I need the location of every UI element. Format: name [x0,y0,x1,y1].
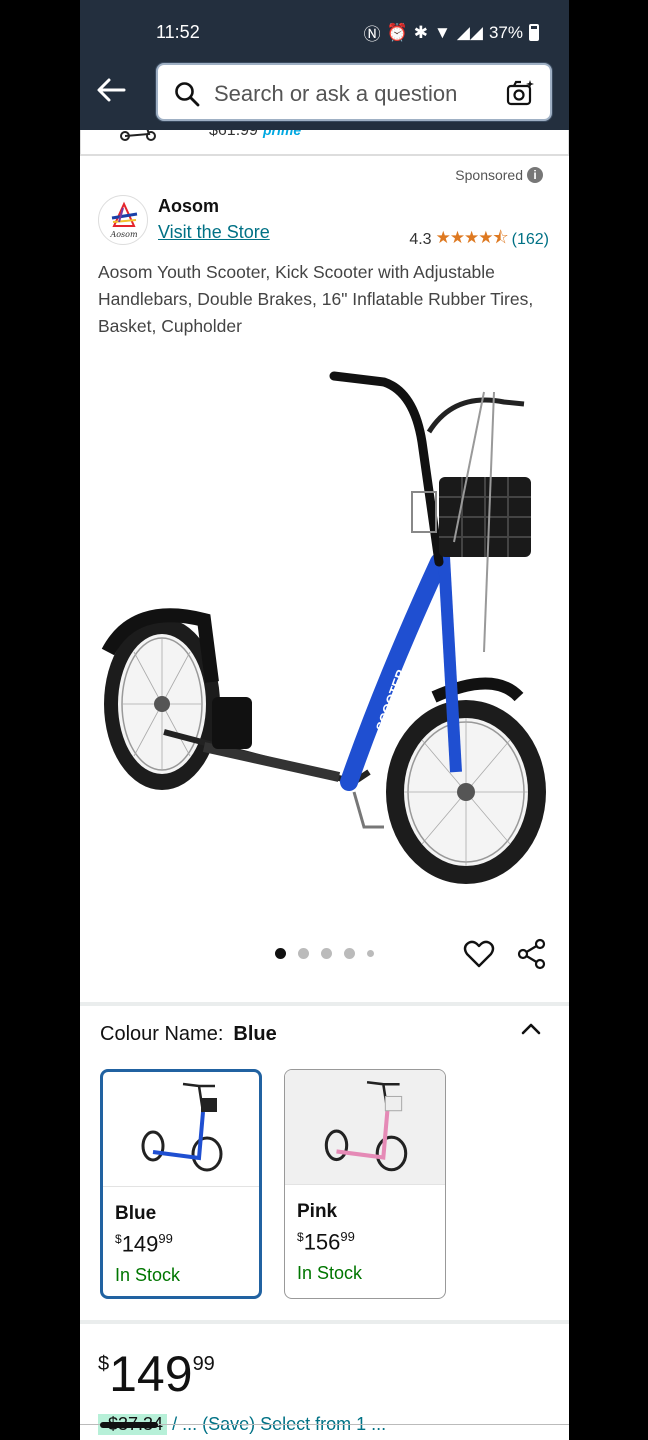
scooter-deck [202,742,341,782]
swatch-stock-status: In Stock [297,1263,363,1283]
battery-icon [529,24,539,41]
carousel-dot[interactable] [321,948,332,959]
prime-badge: prime [263,130,302,138]
carousel-dot[interactable] [275,948,286,959]
swatch-name: Blue [115,1203,157,1224]
share-icon[interactable] [516,938,548,970]
brand-logo[interactable]: Aosom [98,195,148,245]
gesture-bar[interactable] [100,1422,158,1428]
search-placeholder: Search or ask a question [214,81,458,106]
swatch-stock-status: In Stock [115,1265,181,1285]
front-wheel [386,677,546,884]
image-carousel-dots[interactable] [275,948,374,959]
price-cents: 99 [192,1353,215,1375]
sponsored-label[interactable]: Sponsored i [455,167,543,183]
swatch-price: $14999 [115,1231,173,1257]
swatch-image [285,1070,445,1185]
nfc-icon: Ⓝ [363,25,381,44]
section-divider [80,1002,569,1006]
sponsored-text: Sponsored [455,167,523,183]
brand-name: Aosom [158,196,220,216]
rear-wheel [101,608,220,790]
bluetooth-icon: ✱ [413,22,428,42]
status-icons: Ⓝ ⏰ ✱ ▼ ◢◢ 37% [364,20,539,45]
handlebar [329,371,444,567]
carousel-dot[interactable] [367,950,374,957]
colour-selected-value: Blue [233,1023,277,1045]
rating-value: 4.3 [409,230,432,248]
swatch-scooter-image [324,1080,408,1172]
wifi-icon: ▼ [433,22,451,42]
info-icon[interactable]: i [527,167,543,183]
product-title[interactable]: Aosom Youth Scooter, Kick Scooter with A… [98,259,553,340]
camera-search-icon[interactable] [506,78,536,108]
swatch-scooter-image [141,1082,223,1172]
brand-logo-text: Aosom [109,230,138,239]
chevron-up-icon[interactable] [518,1016,544,1042]
product-image[interactable]: SCOOTER [94,352,554,892]
app-screen: 11:52 Ⓝ ⏰ ✱ ▼ ◢◢ 37% Search or ask a que… [80,0,569,1440]
star-rating-icon: ★★★★⯪ [435,228,509,247]
rear-brake-pad [212,697,252,749]
section-divider [80,1320,569,1324]
colour-option-blue[interactable]: Blue $14999 In Stock [100,1069,262,1299]
search-input[interactable]: Search or ask a question [156,63,552,121]
rating-count: (162) [511,230,549,248]
swatch-image [103,1072,259,1187]
previous-result-strip[interactable]: $61.99 prime [80,130,569,156]
colour-label-text: Colour Name: [100,1023,224,1045]
search-icon [175,82,200,107]
price-whole: 149 [109,1346,193,1402]
status-bar: 11:52 Ⓝ ⏰ ✱ ▼ ◢◢ 37% [80,0,569,58]
previous-item-thumbnail [120,130,156,141]
search-header: Search or ask a question [80,58,569,130]
signal-icon: ◢◢ [456,22,483,42]
rating-row[interactable]: 4.3 ★★★★⯪ (162) [409,225,549,254]
price-currency: $ [98,1353,110,1375]
heart-icon[interactable] [463,938,495,970]
carousel-dot[interactable] [298,948,309,959]
swatch-price: $15699 [297,1229,355,1255]
carousel-dot[interactable] [344,948,355,959]
battery-percent: 37% [488,22,523,42]
kickstand [352,791,384,829]
product-price: $14999 [98,1345,215,1403]
status-time: 11:52 [156,22,200,42]
alarm-icon: ⏰ [386,22,408,42]
swatch-name: Pink [297,1201,338,1222]
visit-store-link[interactable]: Visit the Store [158,222,270,243]
previous-item-price: $61.99 [209,130,258,139]
colour-name-label: Colour Name: Blue [100,1023,277,1046]
back-arrow-icon[interactable] [94,72,128,108]
colour-option-pink[interactable]: Pink $15699 In Stock [284,1069,446,1299]
